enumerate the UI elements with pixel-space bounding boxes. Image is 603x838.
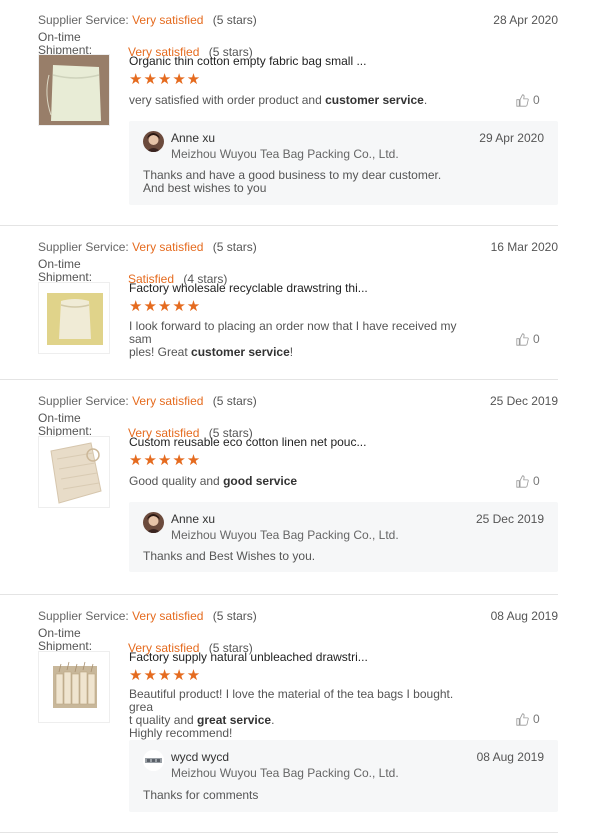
review-comment: Beautiful product! I love the material o… [129, 687, 454, 740]
product-link[interactable]: Organic thin cotton empty fabric bag sma… [129, 54, 366, 68]
reply-author: Anne xu [171, 131, 216, 145]
product-star-rating: ★★★★★ [129, 298, 202, 315]
product-star-rating: ★★★★★ [129, 667, 202, 684]
like-count: 0 [533, 332, 540, 346]
product-thumbnail[interactable] [38, 54, 110, 126]
like-count: 0 [533, 93, 540, 107]
supplier-service-rating: Supplier Service: Very satisfied (5 star… [38, 609, 257, 623]
reply-company: Meizhou Wuyou Tea Bag Packing Co., Ltd. [171, 528, 399, 542]
linen-pouch-image [39, 437, 109, 507]
product-thumbnail[interactable] [38, 436, 110, 508]
divider [0, 832, 558, 833]
like-button[interactable]: 0 [516, 93, 540, 107]
review-comment: I look forward to placing an order now t… [129, 319, 457, 359]
product-link[interactable]: Factory supply natural unbleached drawst… [129, 650, 368, 664]
thumbs-up-icon [516, 712, 529, 726]
supplier-reply: Anne xu Meizhou Wuyou Tea Bag Packing Co… [129, 121, 558, 205]
divider [0, 379, 558, 380]
thumbs-up-icon [516, 474, 529, 488]
supplier-service-rating: Supplier Service: Very satisfied (5 star… [38, 240, 257, 254]
avatar [143, 131, 164, 152]
cotton-bag-image [39, 55, 109, 125]
on-time-shipment-label: On-time Shipment: [38, 257, 93, 284]
avatar [143, 750, 164, 771]
like-count: 0 [533, 474, 540, 488]
reply-text: Thanks for comments [143, 788, 259, 802]
divider [0, 594, 558, 595]
like-button[interactable]: 0 [516, 332, 540, 346]
product-link[interactable]: Factory wholesale recyclable drawstring … [129, 281, 368, 295]
product-star-rating: ★★★★★ [129, 452, 202, 469]
product-thumbnail[interactable] [38, 651, 110, 723]
supplier-service-rating: Supplier Service: Very satisfied (5 star… [38, 394, 257, 408]
reply-company: Meizhou Wuyou Tea Bag Packing Co., Ltd. [171, 766, 399, 780]
reply-date: 08 Aug 2019 [476, 750, 544, 764]
reply-date: 29 Apr 2020 [479, 131, 544, 145]
tea-bags-image [39, 652, 109, 722]
supplier-reply: Anne xu Meizhou Wuyou Tea Bag Packing Co… [129, 502, 558, 572]
supplier-reply: wycd wycd Meizhou Wuyou Tea Bag Packing … [129, 740, 558, 812]
thumbs-up-icon [516, 332, 529, 346]
reply-text: Thanks and have a good business to my de… [143, 168, 442, 195]
reply-date: 25 Dec 2019 [475, 512, 544, 526]
like-button[interactable]: 0 [516, 474, 540, 488]
on-time-shipment-label: On-time Shipment: [38, 411, 93, 438]
product-link[interactable]: Custom reusable eco cotton linen net pou… [129, 435, 366, 449]
reply-author: Anne xu [171, 512, 216, 526]
reply-company: Meizhou Wuyou Tea Bag Packing Co., Ltd. [171, 147, 399, 161]
review-date: 28 Apr 2020 [493, 13, 558, 27]
thumbs-up-icon [516, 93, 529, 107]
drawstring-bag-image [39, 283, 109, 353]
review-comment: Good quality and good service [129, 474, 298, 488]
review-date: 16 Mar 2020 [490, 240, 558, 254]
like-count: 0 [533, 712, 540, 726]
like-button[interactable]: 0 [516, 712, 540, 726]
reply-text: Thanks and Best Wishes to you. [143, 549, 316, 563]
product-star-rating: ★★★★★ [129, 71, 202, 88]
product-thumbnail[interactable] [38, 282, 110, 354]
review-comment: very satisfied with order product and cu… [129, 93, 428, 107]
review-date: 25 Dec 2019 [489, 394, 558, 408]
divider [0, 225, 558, 226]
on-time-shipment-label: On-time Shipment: [38, 626, 93, 653]
reply-author: wycd wycd [171, 750, 230, 764]
review-date: 08 Aug 2019 [490, 609, 558, 623]
avatar [143, 512, 164, 533]
supplier-service-rating: Supplier Service: Very satisfied (5 star… [38, 13, 257, 27]
